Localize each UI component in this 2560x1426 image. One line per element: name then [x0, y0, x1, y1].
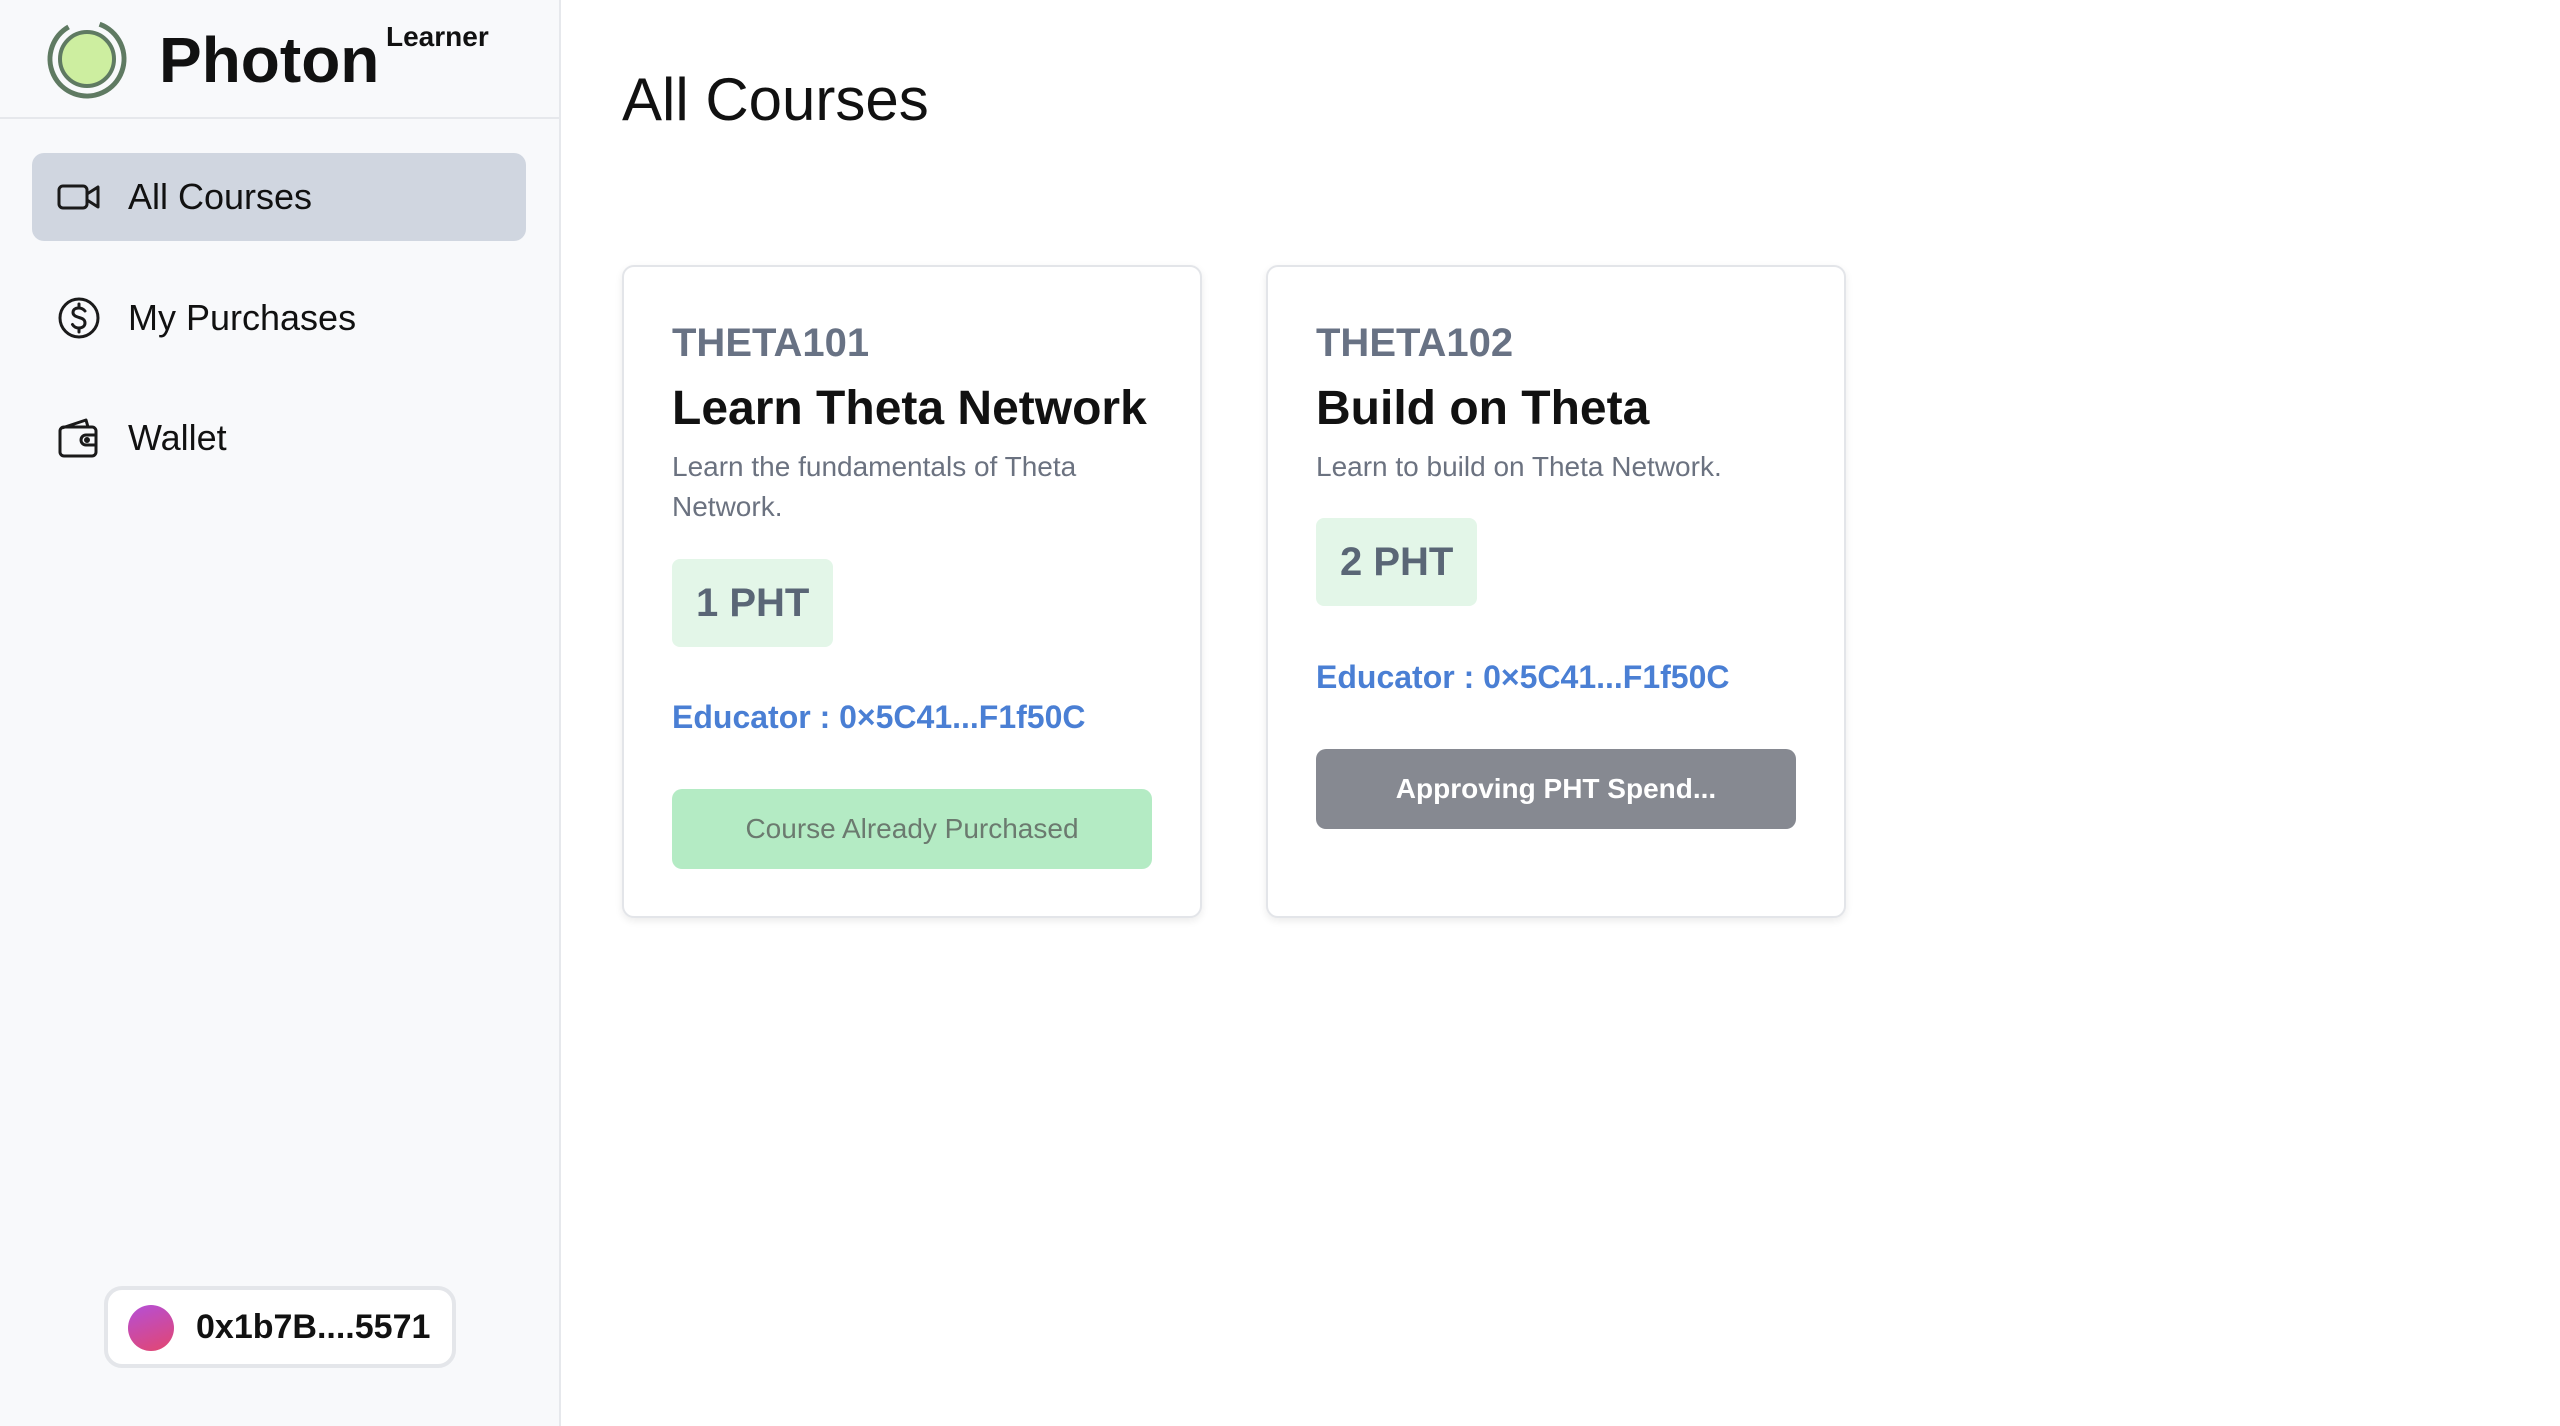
course-card-theta102: THETA102 Build on Theta Learn to build o… — [1266, 265, 1846, 918]
course-card-theta101: THETA101 Learn Theta Network Learn the f… — [622, 265, 1202, 918]
course-description: Learn the fundamentals of Theta Network. — [672, 451, 1077, 522]
brand-name: Photon — [159, 24, 380, 96]
wallet-avatar — [128, 1305, 174, 1351]
course-title: Build on Theta — [1316, 382, 1650, 435]
course-already-purchased-button[interactable]: Course Already Purchased — [672, 789, 1152, 869]
dollar-circle-icon — [58, 297, 100, 339]
educator-link[interactable]: Educator : 0×5C41...F1f50C — [1316, 657, 1729, 697]
sidebar-item-label: My Purchases — [128, 297, 357, 338]
sidebar-item-all-courses[interactable]: All Courses — [32, 153, 526, 241]
video-camera-icon — [57, 184, 100, 210]
course-description: Learn to build on Theta Network. — [1316, 451, 1722, 482]
photon-logo-icon — [47, 19, 127, 99]
brand-header: Photon Learner — [0, 0, 559, 119]
course-code: THETA101 — [672, 321, 870, 365]
sidebar-item-label: All Courses — [128, 176, 313, 217]
wallet-icon — [58, 418, 98, 458]
wallet-connect-button[interactable]: 0x1b7B....5571 — [104, 1286, 456, 1368]
wallet-address: 0x1b7B....5571 — [196, 1308, 431, 1346]
sidebar-item-label: Wallet — [128, 417, 227, 458]
course-title: Learn Theta Network — [672, 382, 1147, 435]
page-title: All Courses — [622, 66, 929, 133]
price-badge: 2 PHT — [1316, 518, 1478, 606]
sidebar-item-my-purchases[interactable]: My Purchases — [32, 274, 526, 362]
brand-role-label: Learner — [386, 21, 489, 52]
sidebar-item-wallet[interactable]: Wallet — [32, 394, 526, 482]
sidebar: Photon Learner All Courses My Purchases — [0, 0, 561, 1426]
price-badge: 1 PHT — [672, 559, 834, 647]
course-code: THETA102 — [1316, 321, 1514, 365]
approving-pht-spend-button[interactable]: Approving PHT Spend... — [1316, 749, 1796, 829]
educator-link[interactable]: Educator : 0×5C41...F1f50C — [672, 697, 1085, 737]
